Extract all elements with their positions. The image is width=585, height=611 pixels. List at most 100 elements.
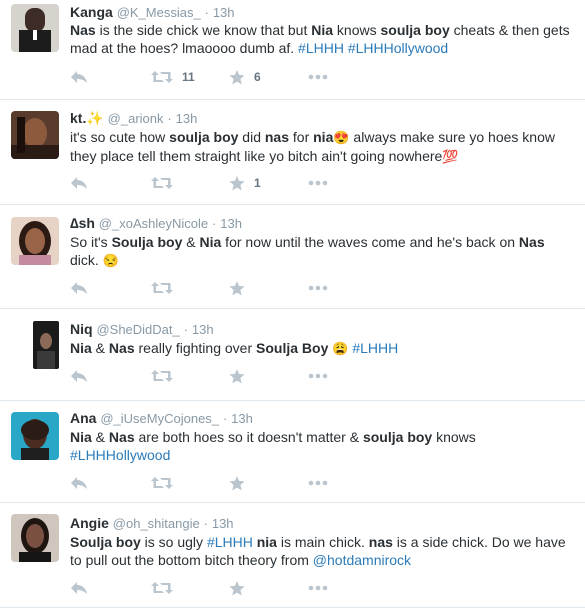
more-icon bbox=[308, 480, 328, 486]
more-button[interactable] bbox=[308, 180, 348, 186]
avatar[interactable] bbox=[11, 4, 59, 52]
more-icon bbox=[308, 74, 328, 80]
tweet-timestamp[interactable]: 13h bbox=[213, 5, 235, 20]
tweet-item[interactable]: Ana @_iUseMyCojones_ · 13h Nia & Nas are… bbox=[0, 402, 585, 503]
avatar[interactable] bbox=[11, 111, 59, 159]
author-name[interactable]: Angie bbox=[70, 515, 109, 531]
text-segment: So it's bbox=[70, 234, 112, 250]
tweet-item[interactable]: Angie @oh_shitangie · 13h Soulja boy is … bbox=[0, 504, 585, 608]
favorite-button[interactable] bbox=[229, 475, 308, 491]
separator-dot: · bbox=[204, 5, 209, 20]
more-button[interactable] bbox=[308, 285, 348, 291]
reply-button[interactable] bbox=[70, 581, 151, 595]
reply-button[interactable] bbox=[70, 281, 151, 295]
more-button[interactable] bbox=[308, 74, 348, 80]
tweet-actions bbox=[70, 474, 348, 492]
tweet-actions bbox=[70, 279, 348, 297]
author-name[interactable]: Niq bbox=[70, 321, 93, 337]
hashtag-link[interactable]: #LHHH bbox=[352, 340, 398, 356]
author-handle[interactable]: @K_Messias_ bbox=[117, 5, 201, 20]
retweet-icon bbox=[151, 176, 173, 190]
tweet-item[interactable]: Kanga @K_Messias_ · 13h Nas is the side … bbox=[0, 0, 585, 100]
favorite-button[interactable] bbox=[229, 280, 308, 296]
tweet-header: Kanga @K_Messias_ · 13h bbox=[70, 3, 577, 22]
separator-dot: · bbox=[167, 111, 172, 126]
favorite-button[interactable]: 6 bbox=[229, 69, 308, 85]
hashtag-link[interactable]: #LHHHollywood bbox=[70, 447, 170, 463]
highlighted-term: Soulja boy bbox=[111, 234, 183, 250]
separator-dot: · bbox=[183, 322, 188, 337]
retweet-button[interactable]: 11 bbox=[151, 70, 229, 84]
avatar[interactable] bbox=[11, 412, 59, 460]
reply-button[interactable] bbox=[70, 70, 151, 84]
star-icon bbox=[229, 580, 245, 596]
separator-dot: · bbox=[203, 516, 208, 531]
text-segment: & bbox=[91, 429, 109, 445]
tweet-timestamp[interactable]: 13h bbox=[220, 216, 242, 231]
favorite-button[interactable] bbox=[229, 580, 308, 596]
tweet-text: it's so cute how soulja boy did nas for … bbox=[70, 128, 571, 166]
author-name[interactable]: ∆sh bbox=[70, 215, 95, 231]
author-name[interactable]: Ana bbox=[70, 410, 96, 426]
retweet-button[interactable] bbox=[151, 581, 229, 595]
tweet-actions: 1 bbox=[70, 174, 348, 192]
tweet-actions bbox=[70, 579, 348, 597]
more-button[interactable] bbox=[308, 480, 348, 486]
avatar[interactable] bbox=[11, 217, 59, 265]
text-segment: & bbox=[91, 340, 109, 356]
highlighted-term: Nas bbox=[518, 234, 545, 250]
tweet-text: So it's Soulja boy & Nia for now until t… bbox=[70, 233, 571, 270]
avatar[interactable] bbox=[11, 514, 59, 562]
author-handle[interactable]: @_arionk bbox=[108, 111, 164, 126]
hashtag-link[interactable]: #LHHH bbox=[207, 534, 253, 550]
highlighted-term: Nia bbox=[70, 429, 92, 445]
retweet-icon bbox=[151, 281, 173, 295]
retweet-button[interactable] bbox=[151, 369, 229, 383]
highlighted-term: soulja boy bbox=[169, 129, 239, 145]
reply-button[interactable] bbox=[70, 369, 151, 383]
mention-link[interactable]: @hotdamnirock bbox=[313, 552, 411, 568]
tweet-text: Nia & Nas are both hoes so it doesn't ma… bbox=[70, 428, 571, 464]
favorite-button[interactable]: 1 bbox=[229, 175, 308, 191]
author-handle[interactable]: @_xoAshleyNicole bbox=[99, 216, 208, 231]
retweet-button[interactable] bbox=[151, 281, 229, 295]
highlighted-term: soulja boy bbox=[380, 22, 450, 38]
tweet-item[interactable]: Niq @SheDidDat_ · 13h Nia & Nas really f… bbox=[0, 310, 585, 401]
author-name[interactable]: kt.✨ bbox=[70, 110, 104, 126]
tweet-item[interactable]: ∆sh @_xoAshleyNicole · 13h So it's Soulj… bbox=[0, 206, 585, 309]
star-icon bbox=[229, 368, 245, 384]
highlighted-term: Nia bbox=[70, 340, 92, 356]
emoji: 😍 bbox=[333, 130, 350, 145]
highlighted-term: Nas bbox=[70, 22, 96, 38]
reply-button[interactable] bbox=[70, 476, 151, 490]
tweet-header: ∆sh @_xoAshleyNicole · 13h bbox=[70, 214, 577, 233]
tweet-item[interactable]: kt.✨ @_arionk · 13h it's so cute how sou… bbox=[0, 101, 585, 205]
author-handle[interactable]: @_iUseMyCojones_ bbox=[100, 411, 219, 426]
text-segment: & bbox=[182, 234, 200, 250]
tweet-timestamp[interactable]: 13h bbox=[192, 322, 214, 337]
more-button[interactable] bbox=[308, 373, 348, 379]
author-handle[interactable]: @oh_shitangie bbox=[113, 516, 200, 531]
highlighted-term: nas bbox=[368, 534, 393, 550]
hashtag-link[interactable]: #LHHHollywood bbox=[348, 40, 448, 56]
separator-dot: · bbox=[222, 411, 228, 426]
retweet-button[interactable] bbox=[151, 476, 229, 490]
avatar[interactable] bbox=[33, 321, 59, 369]
tweet-timestamp[interactable]: 13h bbox=[212, 516, 234, 531]
separator-dot: · bbox=[212, 216, 217, 231]
star-icon bbox=[229, 69, 245, 85]
retweet-button[interactable] bbox=[151, 176, 229, 190]
tweet-timestamp[interactable]: 13h bbox=[176, 111, 198, 126]
highlighted-term: soulja boy bbox=[362, 429, 433, 445]
tweet-timestamp[interactable]: 13h bbox=[231, 411, 253, 426]
hashtag-link[interactable]: #LHHH bbox=[298, 40, 344, 56]
more-button[interactable] bbox=[308, 585, 348, 591]
author-handle[interactable]: @SheDidDat_ bbox=[96, 322, 179, 337]
reply-button[interactable] bbox=[70, 176, 151, 190]
text-segment: did bbox=[238, 129, 265, 145]
author-name[interactable]: Kanga bbox=[70, 4, 113, 20]
highlighted-term: Nas bbox=[108, 340, 135, 356]
favorite-button[interactable] bbox=[229, 368, 308, 384]
highlighted-term: Soulja boy bbox=[70, 534, 141, 550]
highlighted-term: nia bbox=[256, 534, 277, 550]
